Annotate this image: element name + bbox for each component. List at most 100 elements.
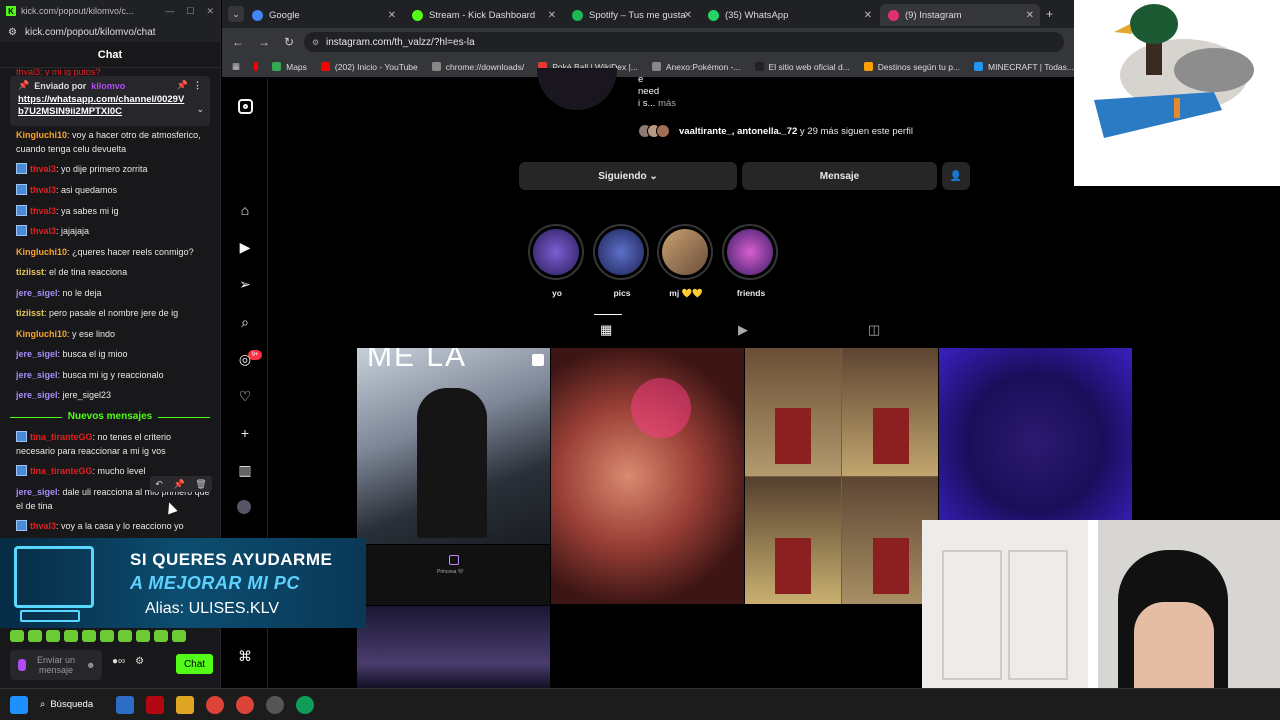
- chat-address-bar[interactable]: ⚙ kick.com/popout/kilomvo/chat: [0, 22, 220, 42]
- chat-username[interactable]: tiziisst: [16, 308, 44, 318]
- emote-icon[interactable]: [28, 630, 42, 642]
- mic-icon[interactable]: [18, 659, 26, 671]
- youtube-icon[interactable]: [254, 62, 259, 71]
- app-icon[interactable]: [116, 695, 134, 714]
- tab-search-icon[interactable]: ⌄: [228, 6, 244, 22]
- reload-icon[interactable]: ↻: [284, 35, 294, 49]
- browser-tab[interactable]: Google ✕: [244, 4, 402, 26]
- back-icon[interactable]: ←: [232, 35, 244, 49]
- chat-message[interactable]: thval3: yo dije primero zorrita: [16, 162, 212, 176]
- post-thumbnail[interactable]: [357, 606, 550, 688]
- bookmark-item[interactable]: (202) Inicio - YouTube: [320, 62, 418, 72]
- apps-icon[interactable]: ▦: [232, 61, 240, 72]
- chat-message-list[interactable]: Kingluchi10: voy a hacer otro de atmosfe…: [0, 128, 221, 536]
- pin-message-icon[interactable]: 📌: [173, 479, 184, 490]
- chat-username[interactable]: thval3: [30, 185, 56, 195]
- minimize-icon[interactable]: —: [165, 6, 174, 17]
- heart-icon[interactable]: ♡: [237, 388, 253, 404]
- chat-message[interactable]: Kingluchi10: ¿queres hacer reels conmigo…: [16, 245, 212, 259]
- post-thumbnail[interactable]: [939, 348, 1132, 520]
- emote-icon[interactable]: [46, 630, 60, 642]
- chat-input[interactable]: Enviar un mensaje ☻: [10, 650, 102, 680]
- story-highlight[interactable]: pics: [593, 224, 651, 298]
- emote-icon[interactable]: [172, 630, 186, 642]
- message-button[interactable]: Mensaje: [742, 162, 937, 190]
- more-link[interactable]: más: [658, 98, 676, 109]
- bookmark-item[interactable]: chrome://downloads/: [431, 62, 524, 72]
- chat-username[interactable]: jere_sigel: [16, 349, 58, 359]
- post-thumbnail[interactable]: [745, 348, 938, 604]
- explore-icon[interactable]: ◎: [237, 351, 253, 367]
- address-bar[interactable]: ⚙ instagram.com/th_valzz/?hl=es-la: [304, 32, 1064, 52]
- new-tab-icon[interactable]: +: [1046, 7, 1053, 21]
- tab-tagged-icon[interactable]: ◫: [868, 322, 880, 338]
- pinned-message[interactable]: 📌 Enviado por kilomvo 📌 ⋮ https://whatsa…: [10, 76, 210, 126]
- story-highlight[interactable]: mj 💛💛: [657, 224, 715, 299]
- profile-avatar-icon[interactable]: [237, 500, 251, 514]
- story-highlight[interactable]: friends: [722, 224, 780, 298]
- netflix-icon[interactable]: [146, 695, 164, 714]
- chat-send-button[interactable]: Chat: [176, 654, 213, 674]
- chevron-down-icon[interactable]: ⌄: [196, 104, 204, 115]
- site-info-icon[interactable]: ⚙: [312, 38, 319, 47]
- chat-message[interactable]: thval3: voy a la casa y lo reacciono yo: [16, 519, 212, 533]
- pinned-link[interactable]: https://whatsapp.com/channel/0029Vb7U2MS…: [18, 94, 188, 118]
- emote-icon[interactable]: [154, 630, 168, 642]
- profile-picture[interactable]: [537, 68, 617, 110]
- chat-username[interactable]: tina_tiranteGG: [30, 466, 93, 476]
- post-thumbnail[interactable]: [551, 348, 744, 604]
- chat-username[interactable]: thval3: [30, 164, 56, 174]
- chat-message[interactable]: jere_sigel: jere_sigel23: [16, 388, 212, 402]
- chat-message[interactable]: thval3: ya sabes mi ig: [16, 204, 212, 218]
- close-tab-icon[interactable]: ✕: [1026, 10, 1034, 21]
- chat-message[interactable]: Kingluchi10: voy a hacer otro de atmosfe…: [16, 128, 212, 156]
- chat-username[interactable]: thval3: [30, 226, 56, 236]
- close-tab-icon[interactable]: ✕: [388, 10, 396, 21]
- settings-icon[interactable]: [266, 695, 284, 714]
- chat-username[interactable]: jere_sigel: [16, 487, 58, 497]
- close-tab-icon[interactable]: ✕: [548, 10, 556, 21]
- home-icon[interactable]: ⌂: [237, 202, 253, 218]
- close-tab-icon[interactable]: ✕: [864, 10, 872, 21]
- maximize-icon[interactable]: ☐: [186, 6, 194, 17]
- chat-message[interactable]: jere_sigel: no le deja: [16, 286, 212, 300]
- users-icon[interactable]: ●∞: [112, 656, 125, 667]
- emote-icon[interactable]: [100, 630, 114, 642]
- chat-username[interactable]: jere_sigel: [16, 370, 58, 380]
- chat-username[interactable]: thval3: [30, 521, 56, 531]
- following-button[interactable]: Siguiendo ⌄: [519, 162, 737, 190]
- chat-username[interactable]: tiziisst: [16, 267, 44, 277]
- emote-icon[interactable]: [82, 630, 96, 642]
- chat-username[interactable]: jere_sigel: [16, 390, 58, 400]
- more-options-icon[interactable]: ⋮: [193, 80, 202, 91]
- chat-message[interactable]: Kingluchi10: y ese lindo: [16, 327, 212, 341]
- reels-icon[interactable]: ▶: [237, 239, 253, 255]
- suggest-user-icon[interactable]: 👤: [942, 162, 970, 190]
- close-tab-icon[interactable]: ✕: [684, 10, 692, 21]
- post-thumbnail[interactable]: Princesa 🖤: [357, 545, 550, 605]
- emote-icon[interactable]: [136, 630, 150, 642]
- emote-icon[interactable]: [10, 630, 24, 642]
- chat-message[interactable]: tiziisst: el de tina reacciona: [16, 265, 212, 279]
- chat-username[interactable]: Kingluchi10: [16, 247, 67, 257]
- chat-username[interactable]: tina_tiranteGG: [30, 432, 93, 442]
- chat-message[interactable]: thval3: jajajaja: [16, 224, 212, 238]
- bookmark-item[interactable]: MINECRAFT | Todas...: [974, 62, 1074, 72]
- tab-reels-icon[interactable]: ▶: [738, 322, 748, 338]
- close-icon[interactable]: ✕: [206, 6, 214, 17]
- taskbar-search[interactable]: ⌕ Búsqueda: [40, 699, 104, 710]
- emote-icon[interactable]: [64, 630, 78, 642]
- bookmark-item[interactable]: Maps: [272, 62, 307, 72]
- chat-message[interactable]: jere_sigel: busca mi ig y reaccionalo: [16, 368, 212, 382]
- delete-icon[interactable]: 🗑: [195, 479, 206, 490]
- chat-message[interactable]: thval3: asi quedamos: [16, 183, 212, 197]
- story-highlight[interactable]: yo: [528, 224, 586, 298]
- chrome-icon[interactable]: [296, 695, 314, 714]
- post-thumbnail[interactable]: ME LA: [357, 348, 550, 544]
- followed-by[interactable]: vaaltirante_, antonella._72 y 29 más sig…: [638, 124, 913, 138]
- chat-username[interactable]: jere_sigel: [16, 288, 58, 298]
- chat-message[interactable]: tina_tiranteGG: no tenes el criterio nec…: [16, 430, 212, 458]
- browser-tab[interactable]: Spotify – Tus me gusta ✕: [564, 4, 698, 26]
- bookmark-item[interactable]: Anexo:Pokémon -...: [651, 62, 741, 72]
- chat-username[interactable]: Kingluchi10: [16, 130, 67, 140]
